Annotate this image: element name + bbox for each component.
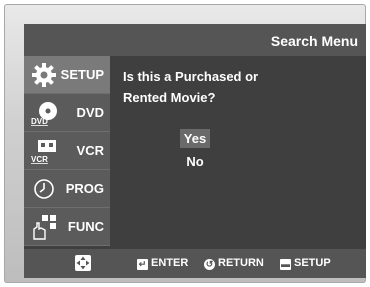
enter-icon: ↵ [137, 259, 148, 270]
enter-label: ENTER [151, 257, 189, 269]
sidebar-item-label: DVD [76, 105, 104, 120]
setup-hint: ▬ SETUP [280, 256, 331, 271]
setup-icon: ▬ [280, 259, 291, 270]
vcr-logo-text: VCR [31, 155, 48, 164]
question-line-1: Is this a Purchased or [123, 69, 259, 84]
gear-icon [32, 63, 56, 87]
setup-label: SETUP [294, 257, 331, 269]
osd-screen: Search Menu SETUP DVD DVD VCR VCR PROG F… [24, 24, 366, 278]
footer-bar: ↵ ENTER ↺ RETURN ▬ SETUP [24, 249, 366, 278]
sidebar-item-prog[interactable]: PROG [24, 170, 110, 208]
hand-icon [33, 215, 56, 240]
sidebar-item-dvd[interactable]: DVD DVD [24, 94, 110, 132]
sidebar-item-vcr[interactable]: VCR VCR [24, 132, 110, 170]
sidebar-item-func[interactable]: FUNC [24, 208, 110, 246]
header-bar: Search Menu [24, 24, 366, 56]
sidebar-item-label: FUNC [67, 219, 104, 234]
sidebar-item-label: VCR [76, 143, 104, 158]
dialog-question: Is this a Purchased or Rented Movie? [123, 66, 353, 108]
sidebar-item-setup[interactable]: SETUP [24, 56, 110, 94]
sidebar-item-label: SETUP [60, 67, 104, 82]
option-no[interactable]: No [180, 152, 210, 171]
enter-hint: ↵ ENTER [137, 256, 188, 271]
sidebar: SETUP DVD DVD VCR VCR PROG FUNC [24, 56, 110, 249]
return-label: RETURN [218, 257, 264, 269]
sidebar-item-label: PROG [65, 181, 104, 196]
return-icon: ↺ [204, 259, 215, 270]
clock-icon [34, 179, 54, 199]
dialog-panel: Is this a Purchased or Rented Movie? Yes… [110, 56, 366, 249]
tv-frame: Search Menu SETUP DVD DVD VCR VCR PROG F… [4, 4, 366, 283]
vcr-icon: VCR [31, 140, 56, 164]
dvd-logo-text: DVD [31, 117, 48, 126]
question-line-2: Rented Movie? [123, 90, 216, 105]
option-yes[interactable]: Yes [180, 129, 210, 148]
directional-pad-icon [75, 255, 91, 271]
return-hint: ↺ RETURN [204, 256, 264, 271]
menu-title: Search Menu [270, 33, 358, 49]
dvd-icon: DVD [31, 102, 57, 126]
